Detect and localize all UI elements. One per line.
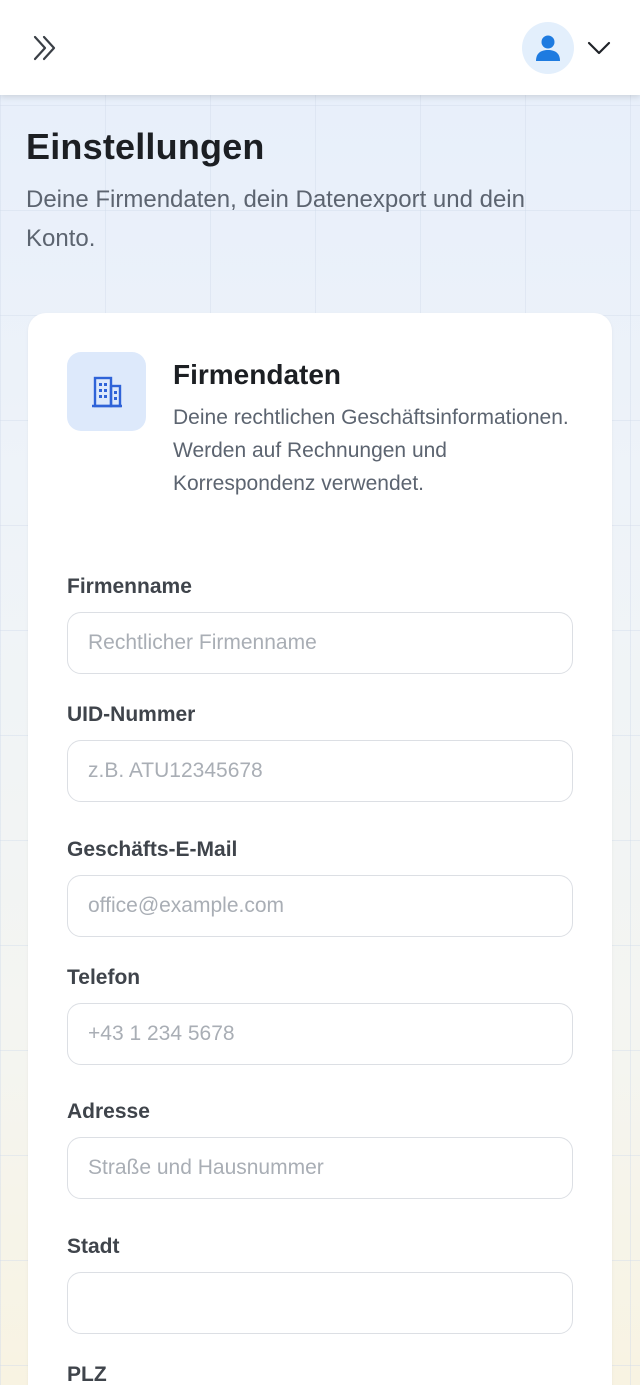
building-icon (91, 376, 122, 407)
company-name-label: Firmenname (67, 575, 192, 598)
chevrons-right-icon (33, 35, 56, 60)
phone-input[interactable] (67, 1003, 573, 1065)
top-bar (0, 0, 640, 95)
company-data-card: Firmendaten Deine rechtlichen Geschäftsi… (28, 313, 612, 1385)
phone-label: Telefon (67, 966, 141, 989)
business-email-input[interactable] (67, 875, 573, 937)
address-label: Adresse (67, 1100, 150, 1123)
company-name-input[interactable] (67, 612, 573, 674)
section-title: Firmendaten (173, 359, 342, 390)
user-menu-button[interactable] (522, 21, 612, 74)
section-description: Deine rechtlichen Geschäftsinformationen… (173, 406, 569, 495)
avatar[interactable] (522, 21, 574, 74)
vat-number-input[interactable] (67, 740, 573, 802)
expand-sidebar-button[interactable] (28, 31, 62, 65)
page-title: Einstellungen (26, 126, 265, 167)
vat-number-label: UID-Nummer (67, 703, 196, 726)
city-input[interactable] (67, 1272, 573, 1334)
city-label: Stadt (67, 1235, 120, 1258)
business-email-label: Geschäfts-E-Mail (67, 838, 238, 861)
zip-label: PLZ (67, 1363, 107, 1385)
chevron-down-icon[interactable] (586, 35, 612, 61)
section-icon-container (67, 352, 146, 431)
address-input[interactable] (67, 1137, 573, 1199)
page-subtitle: Deine Firmendaten, dein Datenexport und … (26, 186, 525, 252)
user-icon (536, 35, 560, 61)
